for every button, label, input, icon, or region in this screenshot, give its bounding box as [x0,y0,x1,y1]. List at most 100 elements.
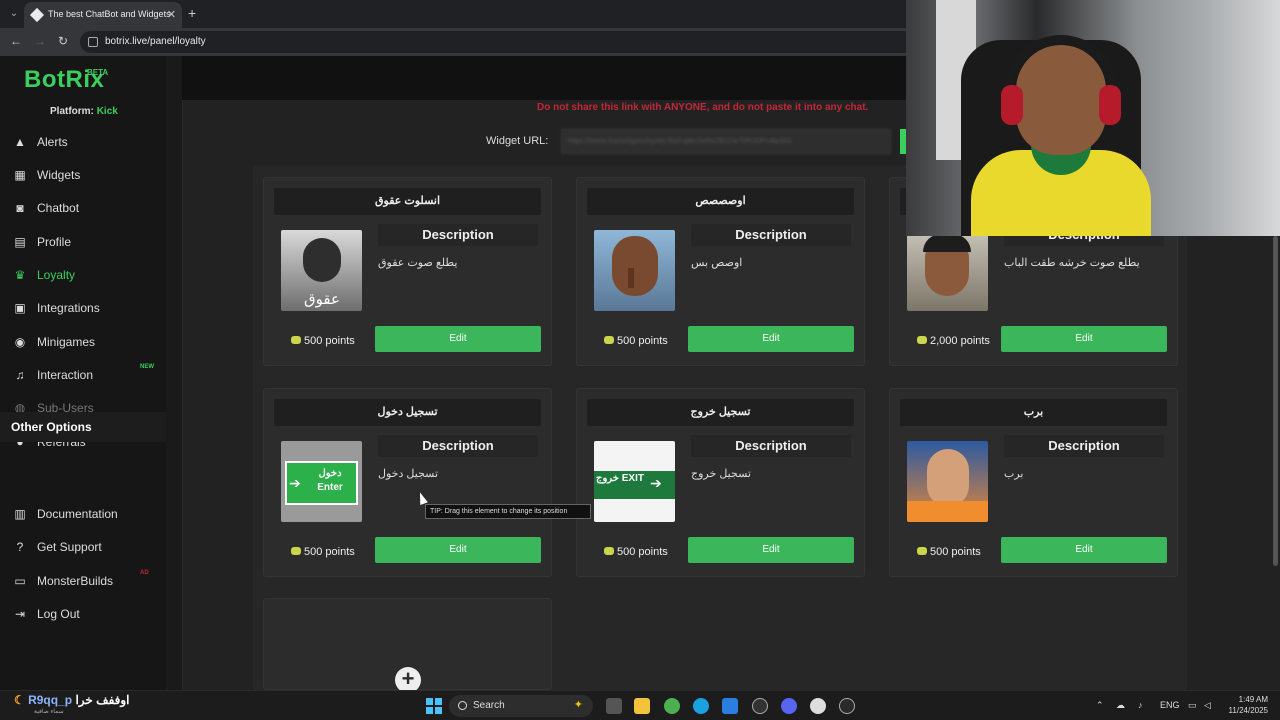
reward-description: تسجيل خروج [691,468,751,480]
sidebar-item-label: Interaction [37,368,94,382]
beta-badge: BETA [87,68,109,77]
reward-cost: 500 points [291,335,355,347]
coins-icon [291,336,301,344]
arrow-icon: ➔ [650,475,662,491]
tab-search-icon[interactable]: ⌄ [6,6,22,22]
settings-icon[interactable] [810,698,826,714]
headset-ear-left [1001,85,1023,125]
edit-button[interactable]: Edit [688,537,854,563]
edit-button[interactable]: Edit [375,537,541,563]
back-icon[interactable]: ← [10,34,22,48]
warning-icon: ▲ [14,135,26,149]
image-caption: عقوق [304,290,340,308]
edit-button[interactable]: Edit [1001,326,1167,352]
grid-icon: ▦ [14,168,26,182]
robot-icon: ◙ [16,201,24,215]
reward-card[interactable]: انسلوت عقوق عقوق Description يطلع صوت عقوق 5… [263,177,552,366]
file-explorer-icon[interactable] [634,698,650,714]
reward-card[interactable]: برب Description برب 500 points Edit [889,388,1178,577]
reward-title: انسلوت عقوق [274,188,541,215]
browser-tab[interactable]: The best ChatBot and Widgets ✕ [24,2,182,28]
url-text: botrix.live/panel/loyalty [105,36,206,47]
weather-widget[interactable]: ☾ R9qq_p اوففف خرا [14,693,130,707]
id-card-icon: ▤ [14,235,26,249]
clock-time: 1:49 AM [1238,695,1268,704]
drag-tooltip: TIP: Drag this element to change its pos… [425,504,591,519]
sidebar-item-label: Integrations [37,301,100,315]
reward-cost: 500 points [291,546,355,558]
language-indicator[interactable]: ENG [1160,700,1180,710]
sidebar-item-widgets[interactable]: ▦ Widgets [0,160,166,190]
weather-user: R9qq_p [28,693,73,707]
reward-description: اوصص بس [691,257,743,269]
edit-button[interactable]: Edit [688,326,854,352]
add-reward-card[interactable]: + [263,598,552,693]
coins-icon [917,336,927,344]
sidebar-item-chatbot[interactable]: ◙ Chatbot [0,193,166,223]
obs-icon[interactable] [839,698,855,714]
points-value: 500 points [304,546,355,558]
trophy-icon: ♛ [14,268,26,282]
site-info-icon[interactable] [88,37,98,47]
taskbar-search[interactable]: Search ✦ [449,695,593,717]
mic-icon[interactable]: ♪ [1138,700,1143,710]
sidebar-item-alerts[interactable]: ▲ Alerts [0,127,166,157]
chrome-icon[interactable] [664,698,680,714]
reward-card[interactable]: تسجيل دخول دخول Enter ➔ Description تسجيل دخ… [263,388,552,577]
other-options-heading: Other Options [0,412,166,442]
sidebar-item-integrations[interactable]: ▣ Integrations [0,293,166,323]
reward-image: خروج EXIT ➔ [594,441,675,522]
platform-indicator: Platform: Kick [50,106,118,117]
edit-button[interactable]: Edit [1001,537,1167,563]
close-tab-icon[interactable]: ✕ [167,8,176,21]
points-value: 500 points [617,546,668,558]
sidebar-item-label: Alerts [37,135,68,149]
sidebar-item-log-out[interactable]: ⇥ Log Out [0,599,166,629]
reward-description: يطلع صوت خرشه طقت الباب [1004,257,1140,269]
page-scrollbar[interactable] [1273,236,1278,566]
question-icon: ? [16,540,24,554]
reward-description: تسجيل دخول [378,468,439,480]
weather-sub: سماء صافية [34,709,64,715]
tab-title: The best ChatBot and Widgets [48,9,171,19]
sidebar-item-minigames[interactable]: ◉ Minigames [0,327,166,357]
new-tab-button[interactable]: + [188,5,196,21]
coins-icon [604,547,614,555]
clock-date: 11/24/2025 [1228,706,1268,715]
network-icon[interactable]: ▭ [1188,700,1197,711]
reward-title: برب [900,399,1167,426]
reward-cost: 500 points [604,335,668,347]
reward-card[interactable]: تسجيل خروج خروج EXIT ➔ Description تسجيل خرو… [576,388,865,577]
app-icon[interactable] [752,698,768,714]
store-icon[interactable] [722,698,738,714]
sidebar-item-get-support[interactable]: ? Get Support [0,532,166,562]
weather-title: اوففف خرا [75,693,130,707]
points-value: 500 points [617,335,668,347]
reward-image [594,230,675,311]
sidebar-item-profile[interactable]: ▤ Profile [0,227,166,257]
reward-image: عقوق [281,230,362,311]
copilot-icon: ✦ [573,699,583,711]
search-label: Search [473,700,505,711]
sidebar-item-loyalty[interactable]: ♛ Loyalty [0,260,166,290]
sidebar-item-documentation[interactable]: ▥ Documentation [0,499,166,529]
webcam-overlay [906,0,1280,236]
cloud-icon[interactable]: ☁ [1116,700,1125,711]
sidebar-item-interaction[interactable]: ♫ Interaction NEW [0,360,166,390]
edge-icon[interactable] [693,698,709,714]
discord-icon[interactable] [781,698,797,714]
task-view-icon[interactable] [606,698,622,714]
reward-card[interactable]: اوصصصص Description اوصص بس 500 points Edit [576,177,865,366]
reward-cost: 500 points [604,546,668,558]
edit-button[interactable]: Edit [375,326,541,352]
forward-icon[interactable]: → [34,34,46,48]
widget-url-field[interactable]: https://botrix.live/widgets/loyalty?bid=… [561,129,891,154]
volume-icon[interactable]: ◁ [1204,700,1211,711]
sidebar-item-monsterbuilds[interactable]: ▭ MonsterBuilds AD [0,566,166,596]
windows-start-icon[interactable] [426,698,442,714]
tray-chevron-icon[interactable]: ⌃ [1096,700,1104,711]
clock[interactable]: 1:49 AM 11/24/2025 [1224,694,1268,716]
sidebar-item-label: Minigames [37,335,96,349]
reload-icon[interactable]: ↻ [58,34,68,48]
points-value: 500 points [304,335,355,347]
